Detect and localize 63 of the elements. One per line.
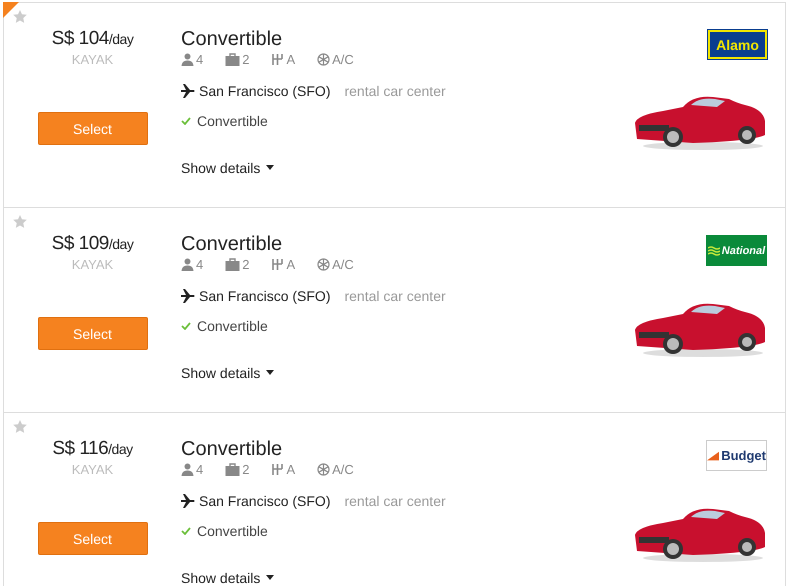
- location-note: rental car center: [344, 288, 446, 304]
- show-details-link[interactable]: Show details: [181, 356, 291, 389]
- daily-price: S$ 109/day: [52, 233, 134, 255]
- person-icon: [181, 463, 194, 476]
- feature-text: Convertible: [197, 113, 268, 129]
- caret-icon: [266, 165, 274, 170]
- spec-value: 4: [196, 462, 204, 477]
- car-type: Convertible: [181, 233, 284, 256]
- airplane-icon: [181, 289, 195, 303]
- person-icon: [181, 53, 194, 66]
- company-logo: Alamo: [708, 30, 767, 59]
- suitcase-icon: [225, 258, 240, 271]
- spec-value: A: [286, 257, 296, 272]
- suitcase-icon: [225, 463, 240, 476]
- location-note: rental car center: [344, 83, 446, 99]
- gear-shift-icon: [271, 258, 284, 271]
- provider-name: KAYAK: [72, 52, 114, 67]
- snowflake-icon: [317, 53, 330, 66]
- spec-value: 4: [196, 257, 204, 272]
- suitcase-icon: [225, 53, 240, 66]
- star-icon[interactable]: [13, 10, 27, 23]
- snowflake-icon: [317, 463, 330, 476]
- check-icon: [181, 527, 191, 535]
- provider-name: KAYAK: [72, 257, 114, 272]
- spec-value: A: [286, 52, 296, 67]
- caret-icon: [266, 575, 274, 580]
- star-icon[interactable]: [13, 215, 27, 228]
- company-logo: National: [706, 235, 767, 266]
- spec-value: A: [286, 462, 296, 477]
- corner-flag: [3, 2, 19, 18]
- airplane-icon: [181, 84, 195, 98]
- snowflake-icon: [317, 258, 330, 271]
- location-note: rental car center: [344, 493, 446, 509]
- pickup-location: San Francisco (SFO): [199, 288, 330, 304]
- company-logo: Budget: [706, 440, 767, 471]
- feature-text: Convertible: [197, 523, 268, 539]
- pickup-location: San Francisco (SFO): [199, 493, 330, 509]
- car-type: Convertible: [181, 28, 284, 51]
- spec-value: 2: [242, 257, 250, 272]
- check-icon: [181, 117, 191, 125]
- spec-value: A/C: [332, 462, 354, 477]
- airplane-icon: [181, 494, 195, 508]
- pickup-location: San Francisco (SFO): [199, 83, 330, 99]
- show-details-link[interactable]: Show details: [181, 151, 291, 184]
- caret-icon: [266, 370, 274, 375]
- car-type: Convertible: [181, 438, 284, 461]
- gear-shift-icon: [271, 463, 284, 476]
- show-details-link[interactable]: Show details: [181, 561, 291, 586]
- provider-name: KAYAK: [72, 462, 114, 477]
- spec-value: 2: [242, 52, 250, 67]
- triangle-icon: [707, 450, 720, 460]
- spec-value: A/C: [332, 52, 354, 67]
- gear-shift-icon: [271, 53, 284, 66]
- check-icon: [181, 322, 191, 330]
- stripes-icon: [708, 244, 720, 256]
- spec-value: 2: [242, 462, 250, 477]
- star-icon[interactable]: [13, 420, 27, 433]
- person-icon: [181, 258, 194, 271]
- spec-value: A/C: [332, 257, 354, 272]
- daily-price: S$ 116/day: [52, 438, 133, 460]
- spec-value: 4: [196, 52, 204, 67]
- daily-price: S$ 104/day: [52, 28, 134, 50]
- feature-text: Convertible: [197, 318, 268, 334]
